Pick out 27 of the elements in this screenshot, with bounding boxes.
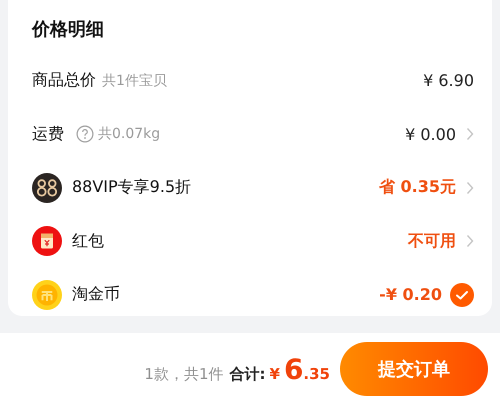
row-label: 88VIP专享9.5折 [72,177,192,198]
row-value: 省 0.35元 [378,177,456,198]
section-title: 价格明细 [30,18,105,42]
total-amount: 6 [284,352,304,386]
coin-icon [32,280,62,310]
checkbox[interactable] [450,282,474,307]
help-icon[interactable] [76,125,94,144]
chevron-icon[interactable] [466,127,474,142]
chevron-icon[interactable] [466,234,474,248]
row-label: 运费 [32,124,64,145]
row-value: -¥ 0.20 [379,285,442,304]
badge-icon [32,172,62,203]
row-value: ¥ 0.00 [405,124,456,144]
row-label: 商品总价 [32,70,96,92]
item-count: 1款，共1件 [144,364,224,384]
chevron-icon[interactable] [466,180,474,195]
row-label: 淘金币 [72,284,120,306]
row-note: 共1件宝贝 [102,72,167,90]
submit-button[interactable]: 提交订单 [340,342,488,396]
row-note: 共0.07kg [98,125,160,144]
currency-sign: ¥ [270,364,280,382]
row-value: ¥ 6.90 [423,71,474,90]
row-label: 红包 [72,230,104,252]
total-decimal: .35 [303,364,330,382]
total-label: 合计: [230,364,266,384]
row-value: 不可用 [408,230,456,252]
envelope-icon [32,226,62,256]
